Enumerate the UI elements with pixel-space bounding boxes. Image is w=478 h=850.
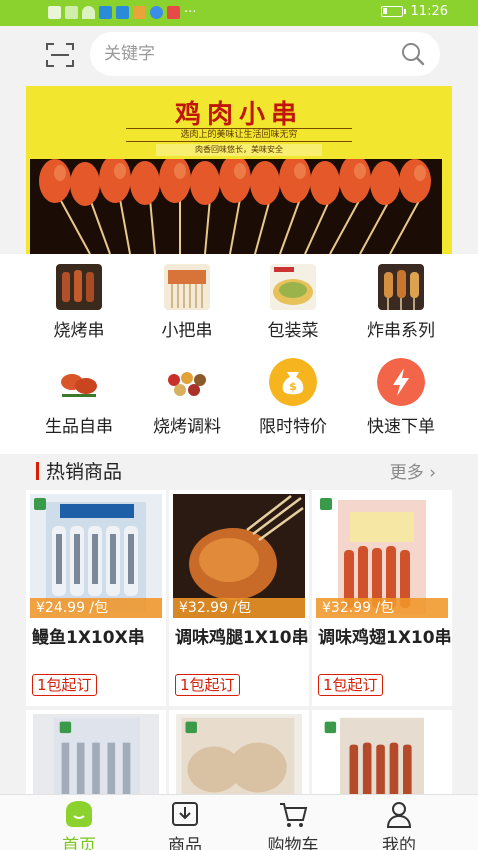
min-order-badge: 1包起订 <box>318 674 383 696</box>
more-link[interactable]: 更多 › <box>390 458 436 483</box>
telegram-icon <box>99 6 112 19</box>
packaged-dish-photo <box>270 264 316 310</box>
category-packaged-dish[interactable]: 包装菜 <box>238 254 348 344</box>
wifi-icon <box>82 6 95 19</box>
signal-icon <box>65 6 78 19</box>
chevron-right-icon: › <box>429 463 436 483</box>
category-bbq-skewer[interactable]: 烧烤串 <box>24 254 134 344</box>
bbq-skewer-photo <box>56 264 102 310</box>
product-card[interactable] <box>26 710 166 794</box>
small-skewer-photo <box>164 264 210 310</box>
category-fried-skewer[interactable]: 炸串系列 <box>346 254 456 344</box>
raw-meat-photo <box>56 360 102 406</box>
category-label: 烧烤调料 <box>153 417 221 437</box>
category-label: 生品自串 <box>45 417 113 437</box>
category-label: 烧烤串 <box>53 321 105 341</box>
product-photo <box>175 714 303 794</box>
svg-text:$: $ <box>289 380 297 393</box>
min-order-badge: 1包起订 <box>175 674 240 696</box>
app-notify-icon <box>133 6 146 19</box>
app-notify-icon-3 <box>167 6 180 19</box>
fried-skewer-photo <box>378 264 424 310</box>
category-label: 包装菜 <box>267 321 319 341</box>
home-icon <box>66 801 92 827</box>
category-label: 快速下单 <box>367 417 435 437</box>
category-grid: 烧烤串 小把串 包装菜 炸串系列 生品自串 烧烤调料 $ 限时特价 快速下单 <box>0 254 478 454</box>
chicken-skewer-photo <box>30 159 442 254</box>
product-name: 调味鸡翅1X10串 <box>318 628 452 648</box>
nav-label: 首页 <box>62 836 96 850</box>
promo-banner[interactable]: 鸡肉小串 选肉上的美味让生活回味无穷 肉香回味悠长，美味安全 <box>26 86 452 254</box>
product-card[interactable]: ¥24.99 /包 鳗鱼1X10X串 1包起订 <box>26 490 166 706</box>
nav-label: 购物车 <box>267 836 319 850</box>
user-icon <box>386 802 412 828</box>
banner-subtitle: 选肉上的美味让生活回味无穷 <box>126 128 352 142</box>
search-icon[interactable] <box>400 41 426 67</box>
category-raw-meat[interactable]: 生品自串 <box>24 350 134 440</box>
nav-label: 我的 <box>382 836 416 850</box>
product-card[interactable] <box>312 710 452 794</box>
status-icons: ··· <box>48 5 196 20</box>
product-card[interactable]: ¥32.99 /包 调味鸡腿1X10串 1包起订 <box>169 490 309 706</box>
category-seasoning[interactable]: 烧烤调料 <box>132 350 242 440</box>
seasoning-photo <box>164 360 210 406</box>
product-photo <box>318 714 446 794</box>
category-label: 限时特价 <box>259 417 327 437</box>
status-time: 11:26 <box>410 4 448 19</box>
cart-icon <box>280 803 308 827</box>
price-tag: ¥24.99 /包 <box>30 598 162 618</box>
app-notify-icon-2 <box>150 6 163 19</box>
bottom-nav: 首页 商品 购物车 我的 <box>0 794 478 850</box>
scan-icon <box>46 43 74 67</box>
product-card[interactable]: ¥32.99 /包 调味鸡翅1X10串 1包起订 <box>312 490 452 706</box>
scan-button[interactable] <box>44 40 76 70</box>
category-quick-order[interactable]: 快速下单 <box>346 350 456 440</box>
product-card[interactable] <box>169 710 309 794</box>
top-header <box>0 26 478 84</box>
product-name: 调味鸡腿1X10串 <box>175 628 309 648</box>
nav-label: 商品 <box>168 836 202 850</box>
price-tag: ¥32.99 /包 <box>316 598 448 618</box>
category-flash-sale[interactable]: $ 限时特价 <box>238 350 348 440</box>
hot-products-header: 热销商品 更多 › <box>26 454 452 490</box>
product-grid: ¥24.99 /包 鳗鱼1X10X串 1包起订 ¥32.99 /包 调味鸡腿1X… <box>26 490 452 794</box>
search-input[interactable] <box>104 42 374 66</box>
section-title: 热销商品 <box>46 461 123 483</box>
status-more-dots: ··· <box>184 5 197 20</box>
nav-products[interactable]: 商品 <box>130 795 240 850</box>
download-box-icon <box>172 802 198 826</box>
nav-profile[interactable]: 我的 <box>344 795 454 850</box>
min-order-badge: 1包起订 <box>32 674 97 696</box>
battery-icon <box>380 6 406 17</box>
lightning-icon <box>377 358 425 406</box>
sim-icon <box>48 6 61 19</box>
category-label: 炸串系列 <box>367 321 435 341</box>
banner-tagline: 肉香回味悠长，美味安全 <box>156 144 322 156</box>
money-bag-icon: $ <box>269 358 317 406</box>
product-name: 鳗鱼1X10X串 <box>32 628 145 648</box>
nav-cart[interactable]: 购物车 <box>238 795 348 850</box>
product-photo <box>32 714 160 794</box>
category-label: 小把串 <box>161 321 213 341</box>
more-label: 更多 <box>389 463 424 483</box>
section-marker <box>36 462 39 480</box>
banner-title: 鸡肉小串 <box>174 100 303 130</box>
telegram-icon-2 <box>116 6 129 19</box>
search-bar[interactable] <box>90 32 440 76</box>
price-tag: ¥32.99 /包 <box>173 598 305 618</box>
status-bar: ··· 11:26 <box>0 0 478 26</box>
nav-home[interactable]: 首页 <box>24 795 134 850</box>
category-small-skewer[interactable]: 小把串 <box>132 254 242 344</box>
